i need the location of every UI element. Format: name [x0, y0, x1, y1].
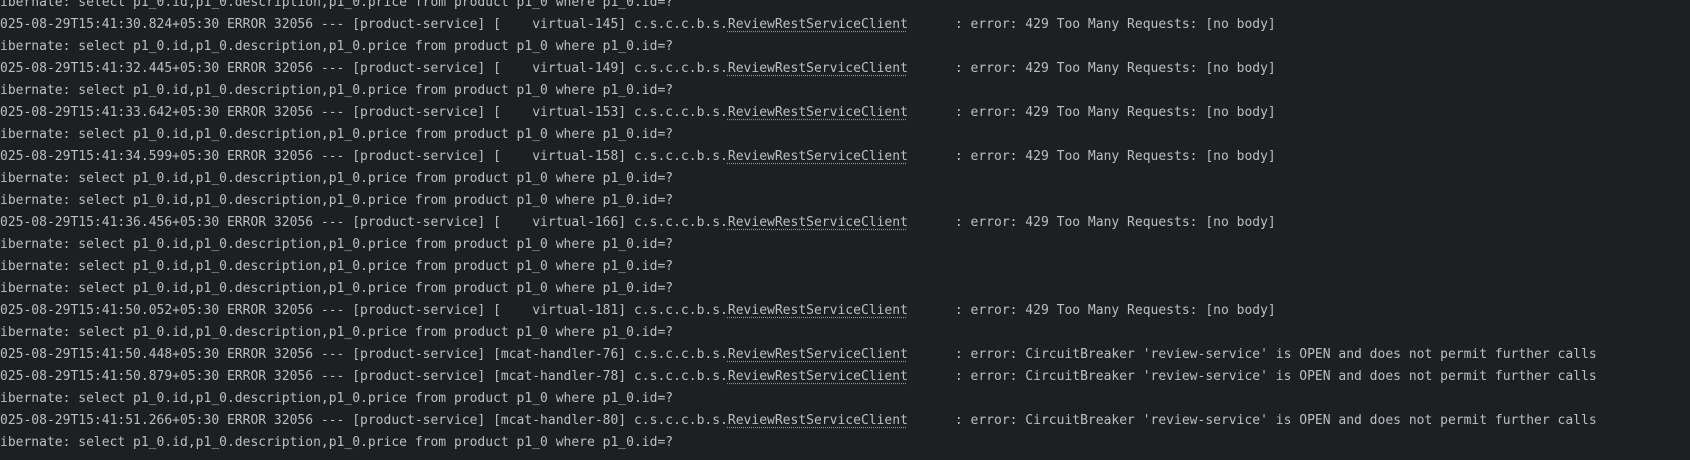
- console-line-log: 025-08-29T15:41:32.445+05:30 ERROR 32056…: [0, 58, 1690, 80]
- log-message: : error: CircuitBreaker 'review-service'…: [907, 369, 1597, 384]
- log-message: : error: 429 Too Many Requests: [no body…: [907, 17, 1276, 32]
- log-message: : error: 429 Too Many Requests: [no body…: [907, 215, 1276, 230]
- log-message: : error: 429 Too Many Requests: [no body…: [907, 61, 1276, 76]
- logger-class-link[interactable]: ReviewRestServiceClient: [728, 215, 908, 230]
- console-line-log: 025-08-29T15:41:50.448+05:30 ERROR 32056…: [0, 344, 1690, 366]
- log-prefix: 025-08-29T15:41:30.824+05:30 ERROR 32056…: [0, 17, 728, 32]
- logger-class-link[interactable]: ReviewRestServiceClient: [728, 105, 908, 120]
- log-prefix: 025-08-29T15:41:50.879+05:30 ERROR 32056…: [0, 369, 728, 384]
- log-message: : error: 429 Too Many Requests: [no body…: [907, 149, 1276, 164]
- console-line-sql: ibernate: select p1_0.id,p1_0.descriptio…: [0, 237, 674, 252]
- log-message: : error: CircuitBreaker 'review-service'…: [907, 413, 1597, 428]
- console-line-sql: ibernate: select p1_0.id,p1_0.descriptio…: [0, 281, 674, 296]
- console-line-log: 025-08-29T15:41:30.824+05:30 ERROR 32056…: [0, 14, 1690, 36]
- log-prefix: 025-08-29T15:41:32.445+05:30 ERROR 32056…: [0, 61, 728, 76]
- console-line-sql: ibernate: select p1_0.id,p1_0.descriptio…: [0, 325, 674, 340]
- console-line-log: 025-08-29T15:41:50.879+05:30 ERROR 32056…: [0, 366, 1690, 388]
- console-line-sql: ibernate: select p1_0.id,p1_0.descriptio…: [0, 193, 674, 208]
- log-prefix: 025-08-29T15:41:36.456+05:30 ERROR 32056…: [0, 215, 728, 230]
- console-line-sql: ibernate: select p1_0.id,p1_0.descriptio…: [0, 171, 674, 186]
- console-line-sql: ibernate: select p1_0.id,p1_0.descriptio…: [0, 39, 674, 54]
- log-message: : error: 429 Too Many Requests: [no body…: [907, 105, 1276, 120]
- log-prefix: 025-08-29T15:41:51.266+05:30 ERROR 32056…: [0, 413, 728, 428]
- console-line-log: 025-08-29T15:41:36.456+05:30 ERROR 32056…: [0, 212, 1690, 234]
- log-prefix: 025-08-29T15:41:50.448+05:30 ERROR 32056…: [0, 347, 728, 362]
- logger-class-link[interactable]: ReviewRestServiceClient: [728, 17, 908, 32]
- logger-class-link[interactable]: ReviewRestServiceClient: [728, 303, 908, 318]
- console-line-log: 025-08-29T15:41:34.599+05:30 ERROR 32056…: [0, 146, 1690, 168]
- console-output[interactable]: ibernate: select p1_0.id,p1_0.descriptio…: [0, 0, 1690, 460]
- logger-class-link[interactable]: ReviewRestServiceClient: [728, 347, 908, 362]
- logger-class-link[interactable]: ReviewRestServiceClient: [728, 61, 908, 76]
- console-line-sql: ibernate: select p1_0.id,p1_0.descriptio…: [0, 391, 674, 406]
- console-line-sql: ibernate: select p1_0.id,p1_0.descriptio…: [0, 127, 674, 142]
- log-prefix: 025-08-29T15:41:33.642+05:30 ERROR 32056…: [0, 105, 728, 120]
- console-line-log: 025-08-29T15:41:51.266+05:30 ERROR 32056…: [0, 410, 1690, 432]
- console-line-sql: ibernate: select p1_0.id,p1_0.descriptio…: [0, 435, 674, 450]
- console-line-log: 025-08-29T15:41:33.642+05:30 ERROR 32056…: [0, 102, 1690, 124]
- logger-class-link[interactable]: ReviewRestServiceClient: [728, 413, 908, 428]
- console-line-sql: ibernate: select p1_0.id,p1_0.descriptio…: [0, 259, 674, 274]
- logger-class-link[interactable]: ReviewRestServiceClient: [728, 149, 908, 164]
- log-prefix: 025-08-29T15:41:50.052+05:30 ERROR 32056…: [0, 303, 728, 318]
- log-message: : error: CircuitBreaker 'review-service'…: [907, 347, 1597, 362]
- logger-class-link[interactable]: ReviewRestServiceClient: [728, 369, 908, 384]
- log-prefix: 025-08-29T15:41:34.599+05:30 ERROR 32056…: [0, 149, 728, 164]
- console-line-log: 025-08-29T15:41:50.052+05:30 ERROR 32056…: [0, 300, 1690, 322]
- log-message: : error: 429 Too Many Requests: [no body…: [907, 303, 1276, 318]
- console-line-sql: ibernate: select p1_0.id,p1_0.descriptio…: [0, 0, 674, 10]
- console-line-sql: ibernate: select p1_0.id,p1_0.descriptio…: [0, 83, 674, 98]
